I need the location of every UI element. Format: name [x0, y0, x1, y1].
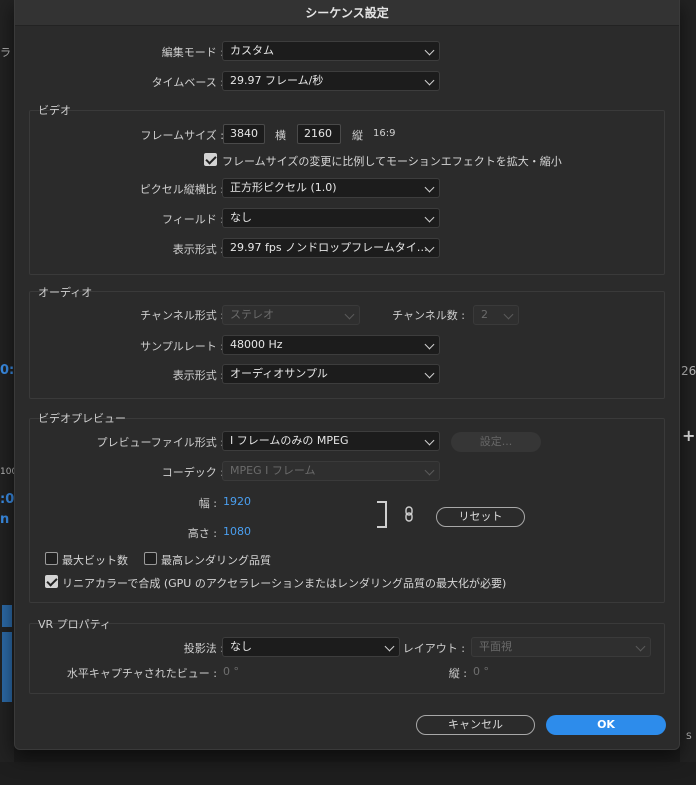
- audio-display-format-select[interactable]: オーディオサンプル: [222, 364, 440, 384]
- edit-mode-value: カスタム: [230, 44, 274, 57]
- chevron-down-icon: [424, 368, 435, 379]
- vr-group: [29, 623, 665, 694]
- dialog-title: シーケンス設定: [15, 0, 679, 26]
- preview-width-value[interactable]: 1920: [223, 495, 251, 508]
- channel-format-select[interactable]: ステレオ: [222, 305, 360, 325]
- sequence-settings-dialog: シーケンス設定 編集モード : カスタム タイムベース : 29.97 フレーム…: [14, 0, 680, 750]
- background-right-s: S: [686, 732, 692, 742]
- fields-label: フィールド :: [162, 213, 224, 226]
- video-display-format-select[interactable]: 29.97 fps ノンドロップフレームタイ…: [222, 238, 440, 258]
- max-render-quality-checkbox[interactable]: [144, 552, 157, 565]
- linear-color-checkbox[interactable]: [45, 575, 58, 588]
- timebase-value: 29.97 フレーム/秒: [230, 74, 324, 87]
- pixel-aspect-select[interactable]: 正方形ピクセル (1.0): [222, 178, 440, 198]
- background-bottom-bar: [0, 762, 696, 785]
- background-track-bar-2: [2, 632, 12, 702]
- captured-view-label: 水平キャプチャされたビュー :: [66, 667, 217, 680]
- timebase-label: タイムベース :: [151, 76, 224, 89]
- chevron-down-icon: [424, 465, 435, 476]
- preview-format-select[interactable]: I フレームのみの MPEG: [222, 431, 440, 451]
- video-preview-group-title: ビデオプレビュー: [38, 412, 126, 425]
- edit-mode-label: 編集モード :: [161, 46, 224, 59]
- codec-value: MPEG I フレーム: [230, 464, 316, 477]
- max-bit-depth-label: 最大ビット数: [62, 554, 128, 567]
- background-blue-text-2: n: [0, 512, 10, 527]
- chain-link-icon[interactable]: [404, 506, 414, 526]
- frame-size-label: フレームサイズ :: [140, 129, 224, 142]
- vr-vertical-label: 縦 :: [448, 667, 467, 680]
- pixel-aspect-value: 正方形ピクセル (1.0): [230, 181, 337, 194]
- video-display-format-value: 29.97 fps ノンドロップフレームタイ…: [230, 241, 428, 254]
- max-bit-depth-checkbox[interactable]: [45, 552, 58, 565]
- aspect-ratio-text: 16:9: [373, 128, 396, 139]
- chevron-down-icon: [424, 45, 435, 56]
- link-bracket: [377, 501, 387, 528]
- reset-button[interactable]: リセット: [436, 507, 525, 527]
- channel-count-value: 2: [481, 308, 488, 321]
- chevron-down-icon: [384, 641, 395, 652]
- video-display-format-label: 表示形式 :: [172, 243, 224, 256]
- layout-select[interactable]: 平面視: [471, 637, 651, 657]
- scale-motion-checkbox[interactable]: [204, 153, 217, 166]
- projection-value: なし: [230, 640, 252, 653]
- projection-select[interactable]: なし: [222, 637, 400, 657]
- video-group-title: ビデオ: [38, 104, 71, 117]
- fields-select[interactable]: なし: [222, 208, 440, 228]
- cancel-button[interactable]: キャンセル: [416, 715, 535, 735]
- timebase-select[interactable]: 29.97 フレーム/秒: [222, 71, 440, 91]
- pixel-aspect-label: ピクセル縦横比 :: [139, 183, 224, 196]
- audio-display-format-label: 表示形式 :: [172, 369, 224, 382]
- channel-count-select[interactable]: 2: [473, 305, 519, 325]
- ok-button[interactable]: OK: [546, 715, 666, 735]
- plus-icon[interactable]: +: [682, 426, 695, 445]
- preview-height-label: 高さ :: [187, 527, 217, 540]
- preview-format-value: I フレームのみの MPEG: [230, 434, 349, 447]
- audio-display-format-value: オーディオサンプル: [230, 367, 328, 380]
- sample-rate-select[interactable]: 48000 Hz: [222, 335, 440, 355]
- chevron-down-icon: [424, 212, 435, 223]
- background-timecode-right: 26: [681, 364, 696, 378]
- sample-rate-value: 48000 Hz: [230, 338, 283, 351]
- background-blue-text-1: :0: [0, 492, 15, 507]
- horizontal-label: 横: [275, 129, 286, 142]
- preview-settings-button[interactable]: 設定...: [451, 432, 541, 452]
- vertical-label: 縦: [352, 129, 363, 142]
- audio-group-title: オーディオ: [38, 286, 93, 299]
- preview-height-value[interactable]: 1080: [223, 525, 251, 538]
- channel-count-label: チャンネル数 :: [392, 309, 465, 322]
- preview-format-label: プレビューファイル形式 :: [96, 436, 224, 449]
- codec-select[interactable]: MPEG I フレーム: [222, 461, 440, 481]
- layout-label: レイアウト :: [402, 642, 465, 655]
- chevron-down-icon: [424, 182, 435, 193]
- max-render-quality-label: 最高レンダリング品質: [161, 554, 271, 567]
- background-left-label: ラ: [0, 46, 11, 59]
- vr-group-title: VR プロパティ: [38, 618, 112, 631]
- chevron-down-icon: [503, 309, 514, 320]
- codec-label: コーデック :: [161, 466, 224, 479]
- captured-view-value[interactable]: 0 °: [223, 665, 239, 678]
- chevron-down-icon: [424, 339, 435, 350]
- background-right-panel: [680, 0, 696, 785]
- sample-rate-label: サンプルレート :: [140, 340, 224, 353]
- preview-width-label: 幅 :: [198, 497, 217, 510]
- chevron-down-icon: [344, 309, 355, 320]
- projection-label: 投影法 :: [183, 642, 224, 655]
- background-timecode-left: 0:: [0, 363, 15, 378]
- channel-format-label: チャンネル形式 :: [140, 309, 224, 322]
- chevron-down-icon: [424, 435, 435, 446]
- vr-vertical-value[interactable]: 0 °: [473, 665, 489, 678]
- background-track-bar-1: [2, 605, 12, 627]
- chevron-down-icon: [635, 641, 646, 652]
- frame-height-input[interactable]: 2160: [297, 124, 341, 144]
- chevron-down-icon: [424, 75, 435, 86]
- linear-color-label: リニアカラーで合成 (GPU のアクセラレーションまたはレンダリング品質の最大化…: [62, 577, 507, 590]
- fields-value: なし: [230, 211, 252, 224]
- frame-width-input[interactable]: 3840: [223, 124, 265, 144]
- layout-value: 平面視: [479, 640, 512, 653]
- edit-mode-select[interactable]: カスタム: [222, 41, 440, 61]
- channel-format-value: ステレオ: [230, 308, 274, 321]
- scale-motion-label: フレームサイズの変更に比例してモーションエフェクトを拡大・縮小: [222, 155, 562, 168]
